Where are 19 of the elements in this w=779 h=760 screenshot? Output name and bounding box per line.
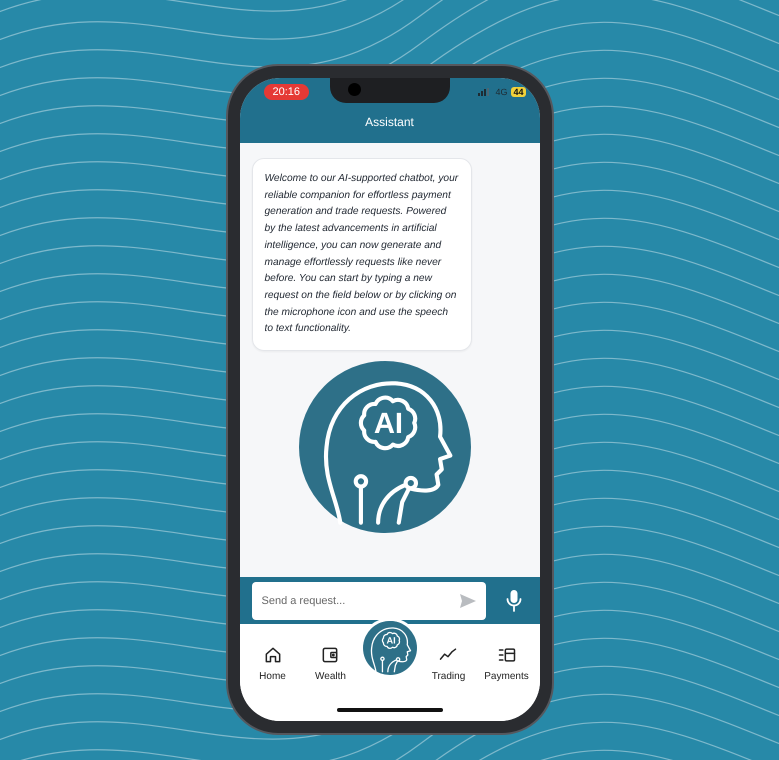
request-input[interactable]: Send a request...	[252, 582, 486, 620]
microphone-button[interactable]	[506, 590, 522, 612]
battery-level: 44	[511, 87, 526, 97]
chat-message: Welcome to our AI-supported chatbot, your reliable companion for effortless payment generation and trade requests. Powered by the latest advancements in artificial intelligence, you can now generate and manage effortlessly requests like never before. You can start by typing a new request on the field below or by clicking on the microphone icon and use the speech to text functionality.	[252, 158, 472, 352]
signal-icon	[478, 88, 492, 96]
nav-tab[interactable]: Trading	[430, 640, 468, 686]
home-icon	[262, 644, 282, 664]
network-label: 4G	[495, 87, 508, 97]
wallet-icon	[320, 644, 340, 664]
ai-head-logo: AI	[298, 361, 470, 534]
microphone-icon	[506, 590, 522, 612]
ai-assistant-nav-button[interactable]: AI	[362, 621, 416, 675]
nav-tab[interactable]: Wealth	[313, 640, 348, 686]
status-time: 20:16	[264, 84, 310, 100]
nav-tab[interactable]: Payments	[482, 640, 531, 686]
send-icon	[460, 594, 476, 608]
camera-lens	[348, 83, 360, 96]
screen-title: Assistant	[365, 114, 414, 128]
nav-tab[interactable]: Home	[257, 640, 288, 686]
